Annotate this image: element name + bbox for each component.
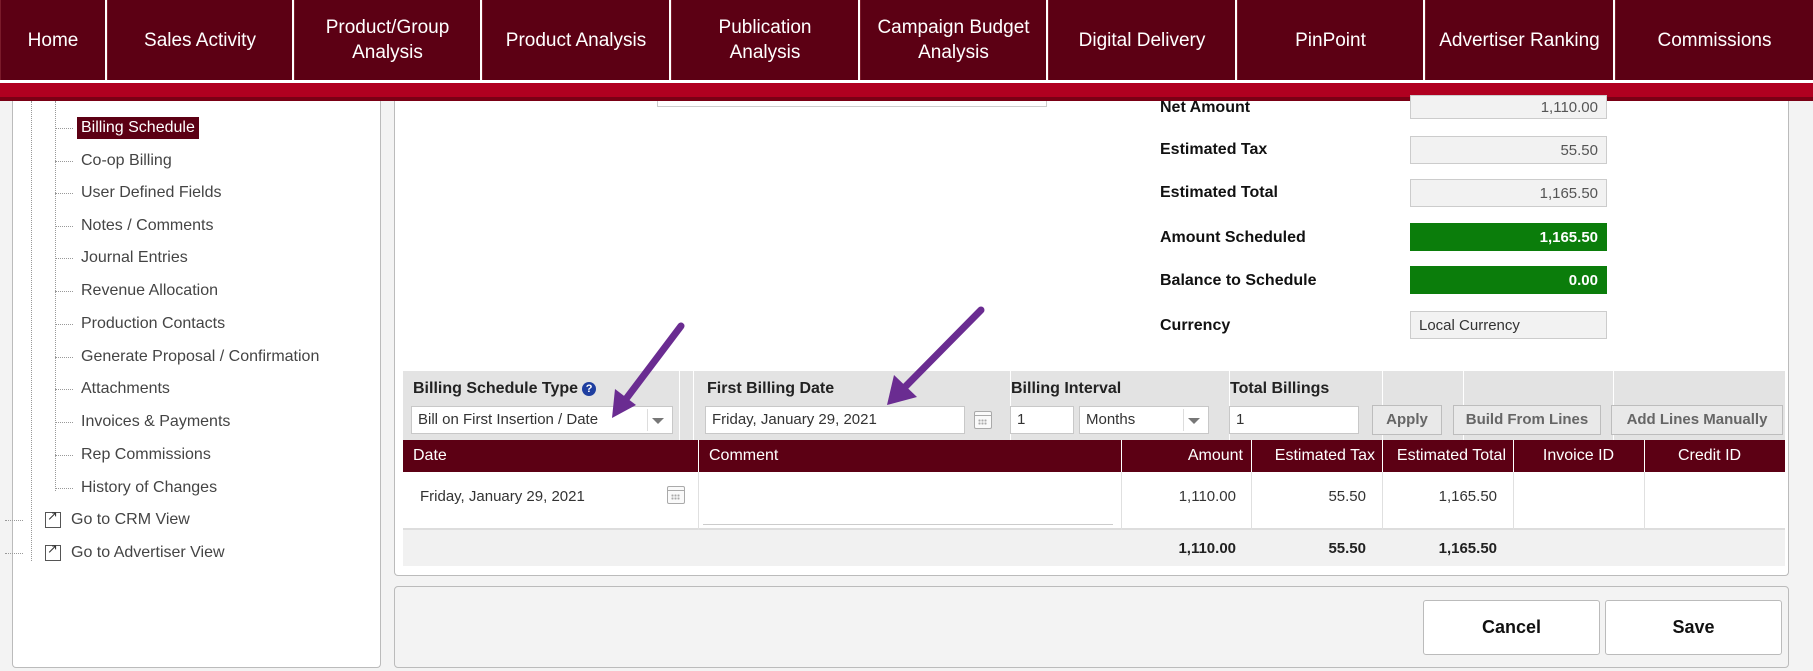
estimated-tax-label: Estimated Tax xyxy=(1160,141,1268,158)
billing-schedule-type-value: Bill on First Insertion / Date xyxy=(418,411,599,428)
sidebar-link-advertiser-view[interactable]: Go to Advertiser View xyxy=(5,541,225,562)
sidebar-link-label: Go to Advertiser View xyxy=(71,544,225,561)
tab-publication-analysis[interactable]: Publication Analysis xyxy=(671,0,860,80)
sidebar-item-rep-commissions[interactable]: Rep Commissions xyxy=(55,444,215,466)
row-amount: 1,110.00 xyxy=(1178,488,1236,505)
tab-campaign-budget-analysis[interactable]: Campaign Budget Analysis xyxy=(860,0,1048,80)
apply-button[interactable]: Apply xyxy=(1372,405,1442,435)
grid-totals-row: 1,110.00 55.50 1,165.50 xyxy=(403,530,1785,566)
table-row[interactable]: Friday, January 29, 2021 1,110.00 55.50 … xyxy=(403,472,1785,530)
calendar-icon[interactable] xyxy=(974,411,992,429)
tab-digital-delivery[interactable]: Digital Delivery xyxy=(1048,0,1237,80)
external-link-icon xyxy=(45,541,61,561)
amount-scheduled-value: 1,165.50 xyxy=(1410,223,1607,251)
tab-commissions[interactable]: Commissions xyxy=(1615,0,1813,80)
billing-schedule-type-label-text: Billing Schedule Type xyxy=(413,380,579,397)
tab-pinpoint[interactable]: PinPoint xyxy=(1237,0,1425,80)
comment-input-underline[interactable] xyxy=(703,524,1113,525)
tab-home[interactable]: Home xyxy=(0,0,107,80)
total-estimated-total: 1,165.50 xyxy=(1438,540,1497,557)
divider xyxy=(1513,472,1514,530)
net-amount-label: Net Amount xyxy=(1160,99,1251,116)
build-from-lines-button[interactable]: Build From Lines xyxy=(1453,405,1601,435)
divider xyxy=(679,371,680,440)
column-header-date[interactable]: Date xyxy=(413,440,447,472)
tree-line xyxy=(31,101,32,561)
amount-scheduled-label: Amount Scheduled xyxy=(1160,229,1306,246)
billing-schedule-panel: Net Amount 1,110.00 Estimated Tax 55.50 … xyxy=(394,95,1789,576)
sidebar-item-notes-comments[interactable]: Notes / Comments xyxy=(54,215,217,237)
action-bar: Cancel Save xyxy=(394,586,1789,668)
divider xyxy=(1644,472,1645,530)
estimated-tax-value: 55.50 xyxy=(1410,136,1607,164)
billing-interval-input[interactable]: 1 xyxy=(1010,406,1074,434)
sidebar-link-crm-view[interactable]: Go to CRM View xyxy=(5,508,190,529)
tab-advertiser-ranking[interactable]: Advertiser Ranking xyxy=(1425,0,1615,80)
column-header-credit-id[interactable]: Credit ID xyxy=(1644,440,1775,472)
dropdown-arrow-icon xyxy=(647,409,648,431)
sidebar-item-revenue-allocation[interactable]: Revenue Allocation xyxy=(55,280,222,302)
row-date[interactable]: Friday, January 29, 2021 xyxy=(420,488,585,505)
row-estimated-total: 1,165.50 xyxy=(1438,488,1497,505)
currency-value: Local Currency xyxy=(1410,311,1607,339)
balance-to-schedule-label: Balance to Schedule xyxy=(1160,272,1317,289)
total-billings-label: Total Billings xyxy=(1230,380,1330,397)
total-estimated-tax: 55.50 xyxy=(1328,540,1366,557)
balance-to-schedule-value: 0.00 xyxy=(1410,266,1607,294)
sidebar-item-attachments[interactable]: Attachments xyxy=(55,378,174,400)
estimated-total-label: Estimated Total xyxy=(1160,184,1278,201)
billing-schedule-type-label: Billing Schedule Type? xyxy=(413,380,597,398)
total-amount: 1,110.00 xyxy=(1178,540,1236,557)
net-amount-value: 1,110.00 xyxy=(1410,95,1607,119)
total-billings-input[interactable]: 1 xyxy=(1229,406,1359,434)
column-header-invoice-id[interactable]: Invoice ID xyxy=(1513,440,1644,472)
tab-sales-activity[interactable]: Sales Activity xyxy=(107,0,294,80)
add-lines-manually-button[interactable]: Add Lines Manually xyxy=(1611,405,1783,435)
billing-interval-label: Billing Interval xyxy=(1011,380,1122,397)
divider xyxy=(698,472,699,530)
billing-interval-unit-value: Months xyxy=(1086,411,1136,428)
billing-schedule-type-select[interactable]: Bill on First Insertion / Date xyxy=(411,406,673,434)
sidebar-item-production-contacts[interactable]: Production Contacts xyxy=(54,313,229,335)
sidebar-item-billing-schedule[interactable]: Billing Schedule xyxy=(55,117,199,139)
sidebar-tree: Billing Schedule Co-op Billing User Defi… xyxy=(5,101,381,668)
sidebar-item-invoices-payments[interactable]: Invoices & Payments xyxy=(54,411,234,433)
currency-label: Currency xyxy=(1160,317,1231,334)
column-header-estimated-tax[interactable]: Estimated Tax xyxy=(1251,440,1375,472)
sidebar-item-history-of-changes[interactable]: History of Changes xyxy=(54,477,221,499)
tab-product-analysis[interactable]: Product Analysis xyxy=(482,0,671,80)
sidebar-item-user-defined-fields[interactable]: User Defined Fields xyxy=(55,182,226,204)
sidebar-item-co-op-billing[interactable]: Co-op Billing xyxy=(55,150,176,172)
sidebar-link-label: Go to CRM View xyxy=(71,511,190,528)
sidebar-item-generate-proposal[interactable]: Generate Proposal / Confirmation xyxy=(54,346,323,368)
billing-interval-unit-select[interactable]: Months xyxy=(1079,406,1209,434)
row-estimated-tax: 55.50 xyxy=(1328,488,1366,505)
tree-line xyxy=(55,101,56,491)
save-button[interactable]: Save xyxy=(1605,600,1782,655)
first-billing-date-input[interactable]: Friday, January 29, 2021 xyxy=(705,406,965,434)
dropdown-arrow-icon xyxy=(1183,409,1184,431)
calendar-icon[interactable] xyxy=(667,486,685,504)
column-header-amount[interactable]: Amount xyxy=(1121,440,1243,472)
divider xyxy=(693,371,694,440)
estimated-total-value: 1,165.50 xyxy=(1410,179,1607,207)
divider xyxy=(698,440,699,472)
top-navigation: Home Sales Activity Product/Group Analys… xyxy=(0,0,1813,83)
column-header-estimated-total[interactable]: Estimated Total xyxy=(1382,440,1506,472)
sidebar-item-journal-entries[interactable]: Journal Entries xyxy=(55,247,192,269)
cancel-button[interactable]: Cancel xyxy=(1423,600,1600,655)
first-billing-date-label: First Billing Date xyxy=(707,380,835,397)
text-field-partial[interactable] xyxy=(657,101,1047,107)
schedule-grid-header: Date Comment Amount Estimated Tax Estima… xyxy=(403,440,1785,472)
external-link-icon xyxy=(45,508,61,528)
schedule-controls: Billing Schedule Type? Bill on First Ins… xyxy=(403,371,1785,440)
column-header-comment[interactable]: Comment xyxy=(709,440,778,472)
help-icon[interactable]: ? xyxy=(582,382,597,396)
tab-product-group-analysis[interactable]: Product/Group Analysis xyxy=(294,0,482,80)
